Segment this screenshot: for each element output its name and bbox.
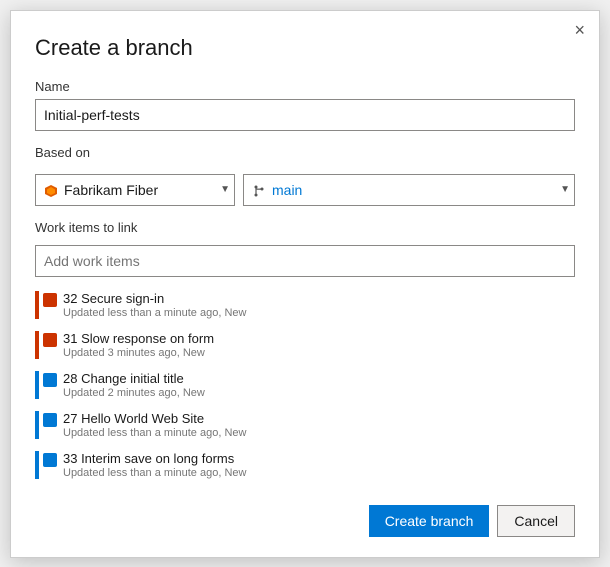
repository-dropdown[interactable]: Fabrikam Fiber ▼ — [35, 174, 235, 206]
work-item-meta: Updated less than a minute ago, New — [63, 307, 246, 319]
fabrikam-icon — [44, 184, 58, 198]
repository-chevron-icon: ▼ — [220, 184, 230, 195]
branch-icon — [252, 184, 266, 198]
work-item-meta: Updated 3 minutes ago, New — [63, 347, 214, 359]
work-item-accent — [35, 411, 39, 439]
work-item-accent — [35, 451, 39, 479]
create-branch-button[interactable]: Create branch — [369, 505, 490, 537]
based-on-label: Based on — [35, 145, 575, 160]
repository-name: Fabrikam Fiber — [64, 182, 216, 198]
list-item: 32 Secure sign-in Updated less than a mi… — [35, 285, 575, 325]
close-button[interactable]: × — [574, 21, 585, 39]
dialog-footer: Create branch Cancel — [35, 505, 575, 537]
work-item-title: 28 Change initial title — [63, 371, 205, 386]
branch-name-input[interactable] — [35, 99, 575, 131]
work-item-meta: Updated less than a minute ago, New — [63, 467, 246, 479]
branch-dropdown[interactable]: main ▼ — [243, 174, 575, 206]
dialog-title: Create a branch — [35, 35, 575, 61]
story-icon — [43, 413, 57, 427]
work-item-accent — [35, 291, 39, 319]
work-item-meta: Updated 2 minutes ago, New — [63, 387, 205, 399]
work-items-label: Work items to link — [35, 220, 575, 235]
list-item: 33 Interim save on long forms Updated le… — [35, 445, 575, 485]
work-item-title: 33 Interim save on long forms — [63, 451, 246, 466]
list-item: 28 Change initial title Updated 2 minute… — [35, 365, 575, 405]
create-branch-dialog: × Create a branch Name Based on Fabrikam… — [10, 10, 600, 558]
list-item: 31 Slow response on form Updated 3 minut… — [35, 325, 575, 365]
work-items-input[interactable] — [35, 245, 575, 277]
work-item-title: 32 Secure sign-in — [63, 291, 246, 306]
work-item-accent — [35, 331, 39, 359]
story-icon — [43, 373, 57, 387]
name-label: Name — [35, 79, 575, 94]
work-item-meta: Updated less than a minute ago, New — [63, 427, 246, 439]
work-item-title: 27 Hello World Web Site — [63, 411, 246, 426]
work-item-accent — [35, 371, 39, 399]
branch-chevron-icon: ▼ — [560, 184, 570, 195]
work-items-list: 32 Secure sign-in Updated less than a mi… — [35, 285, 575, 485]
work-item-title: 31 Slow response on form — [63, 331, 214, 346]
bug-icon — [43, 293, 57, 307]
story-icon — [43, 453, 57, 467]
bug-icon — [43, 333, 57, 347]
cancel-button[interactable]: Cancel — [497, 505, 575, 537]
list-item: 27 Hello World Web Site Updated less tha… — [35, 405, 575, 445]
branch-name: main — [272, 182, 556, 198]
